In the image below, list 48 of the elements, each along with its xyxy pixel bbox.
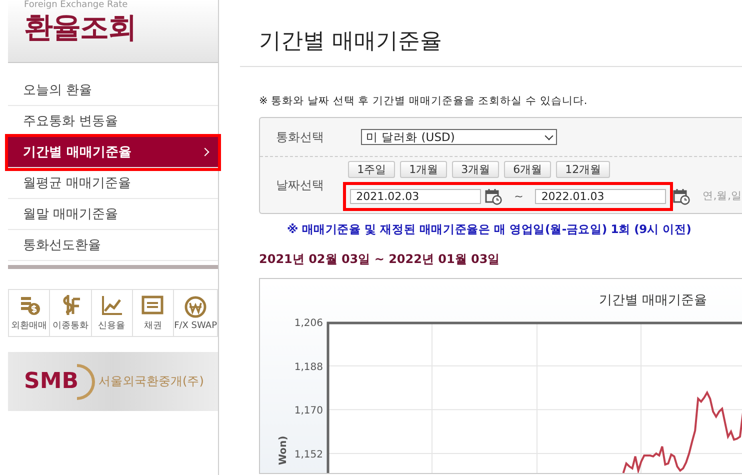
y-axis-label: Won)	[278, 436, 289, 465]
quick-link-label: 외환매매	[11, 320, 48, 332]
company-logo: SMB	[24, 369, 79, 394]
page-heading: 환율조회	[24, 10, 137, 44]
period-button[interactable]: 12개월	[556, 160, 610, 178]
company-name: 서울외국환중개(주)	[98, 373, 204, 390]
notice-text: ※ 매매기준율 및 재정된 매매기준율은 매 영업일(월-금요일) 1회 (9시 이전)	[286, 222, 692, 237]
currency-dropdown[interactable]: 미 달러화 (USD)	[361, 129, 557, 145]
chart-title: 기간별 매매기준율	[598, 293, 708, 308]
y-tick-label: 1,188	[294, 362, 323, 373]
quick-link-label: 채권	[144, 320, 162, 332]
sidebar-item[interactable]: 월평균 매매기준율	[8, 168, 218, 199]
y-tick-label: 1,206	[294, 318, 323, 329]
won-coin-icon	[184, 296, 208, 318]
quick-link-label: 이종통화	[52, 320, 88, 332]
date-range-text: 2021년 02월 03일 ~ 2022년 01월 03일	[259, 251, 501, 268]
arc-icon	[76, 364, 95, 400]
company-banner[interactable]: SMB 서울외국환중개(주)	[8, 352, 218, 411]
date-format-hint: 연,월,일	[702, 189, 742, 203]
sidebar-item[interactable]: 월말 매매기준율	[8, 199, 218, 230]
y-tick-label: 1,170	[294, 406, 323, 417]
end-date-field[interactable]: 2022.01.03	[535, 188, 666, 204]
currency-label: 통화선택	[275, 128, 325, 146]
quick-link-label: F/X SWAP	[174, 320, 218, 330]
line-chart-icon	[100, 294, 124, 316]
period-button[interactable]: 3개월	[452, 160, 500, 178]
start-date-field[interactable]: 2021.02.03	[350, 188, 482, 204]
period-button[interactable]: 1개월	[400, 160, 448, 178]
quick-link-label: 신용율	[98, 320, 126, 332]
period-button[interactable]: 6개월	[504, 160, 552, 178]
sidebar-item[interactable]: 통화선도환율	[8, 230, 218, 261]
range-separator: ~	[514, 190, 524, 202]
quick-link[interactable]: F/X SWAP	[174, 290, 218, 336]
header-subtitle: Foreign Exchange Rate	[24, 0, 129, 10]
page-title: 기간별 매매기준율	[240, 0, 742, 67]
calendar-icon[interactable]	[485, 188, 502, 204]
sidebar-item[interactable]: 기간별 매매기준율	[8, 137, 218, 168]
quick-link[interactable]: 이종통화	[50, 290, 92, 336]
quick-link[interactable]: 외환매매	[9, 290, 50, 336]
y-tick-label: 1,152	[294, 450, 323, 461]
sidebar-item[interactable]: 오늘의 환율	[8, 75, 218, 106]
quick-link[interactable]: 신용율	[92, 290, 133, 336]
calendar-icon[interactable]	[673, 188, 690, 204]
date-label: 날짜선택	[275, 177, 325, 194]
period-button[interactable]: 1주일	[348, 160, 396, 178]
quick-link[interactable]: 채권	[132, 290, 174, 336]
instruction-note: ※ 통화와 날짜 선택 후 기간별 매매기준율을 조회하실 수 있습니다.	[259, 94, 588, 108]
document-icon	[141, 294, 164, 316]
